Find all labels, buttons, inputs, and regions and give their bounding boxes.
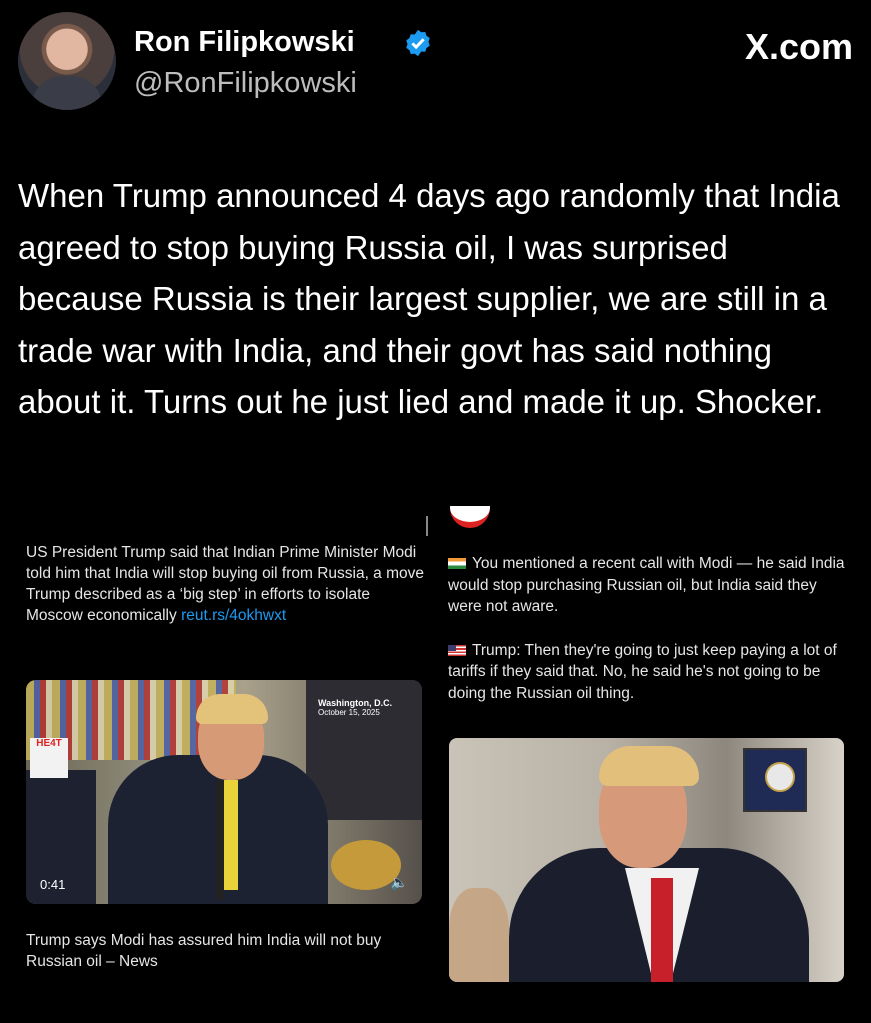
question-paragraph: You mentioned a recent call with Modi — … [448,553,848,618]
avatar-shirt [32,76,102,110]
heat-sign: HE4T [30,738,68,778]
video-duration: 0:41 [40,877,66,892]
avatar[interactable] [18,12,116,110]
interview-photo[interactable] [449,738,844,982]
india-flag-icon [448,558,466,569]
news-post-text: US President Trump said that Indian Prim… [26,542,426,626]
location-plate: Washington, D.C. October 15, 2025 [318,698,392,718]
foreground-blur [449,888,509,982]
location-city: Washington, D.C. [318,698,393,708]
tweet-header: Ron Filipkowski @RonFilipkowski X.com [18,12,853,112]
volume-icon[interactable]: 🔈 [391,875,408,891]
answer-text: Trump: Then they're going to just keep p… [448,641,837,702]
tweet-text: When Trump announced 4 days ago randomly… [18,177,840,420]
clipped-avatar [450,506,490,528]
microphone [216,780,224,900]
us-flag-icon [448,644,466,656]
video-player[interactable]: Washington, D.C. October 15, 2025 HE4T 0… [26,680,422,904]
verified-badge-icon [406,29,430,57]
author-handle[interactable]: @RonFilipkowski [134,67,357,100]
news-link[interactable]: reut.rs/4okhwxt [181,607,286,624]
answer-paragraph: Trump: Then they're going to just keep p… [448,640,848,705]
question-text: You mentioned a recent call with Modi — … [448,555,845,615]
location-date: October 15, 2025 [318,708,380,717]
subject-tie [651,878,673,982]
site-watermark: X.com [744,26,853,67]
interview-text: You mentioned a recent call with Modi — … [448,553,848,726]
seal [765,762,795,792]
speaker-tie [222,780,238,890]
divider [426,516,428,536]
speaker-hair [196,694,268,724]
video-caption: Trump says Modi has assured him India wi… [26,932,382,970]
author-name[interactable]: Ron Filipkowski [134,26,355,59]
subject-hair [599,746,699,786]
